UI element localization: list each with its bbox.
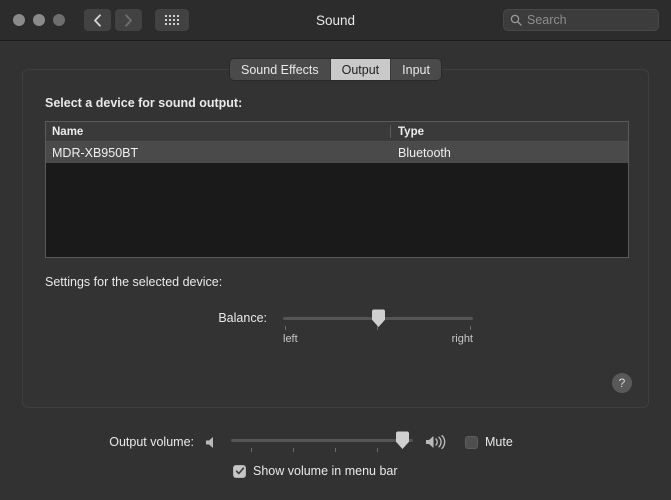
sound-preferences-window: Sound Search Sound Effects Output Input … [0, 0, 671, 500]
table-header-row: Name Type [46, 122, 628, 142]
tab-sound-effects[interactable]: Sound Effects [230, 59, 331, 80]
close-window-button[interactable] [13, 14, 25, 26]
output-volume-slider[interactable] [231, 430, 413, 454]
chevron-left-icon [94, 13, 101, 27]
column-header-name[interactable]: Name [46, 126, 390, 138]
balance-label: Balance: [218, 311, 267, 325]
traffic-light-group [13, 14, 65, 26]
balance-control-row: Balance: left right [45, 308, 629, 345]
tab-bar: Sound Effects Output Input [0, 59, 671, 80]
minimize-window-button[interactable] [33, 14, 45, 26]
balance-right-label: right [451, 333, 473, 345]
table-row[interactable]: MDR-XB950BT Bluetooth [46, 142, 628, 163]
forward-button[interactable] [115, 9, 142, 31]
search-icon [510, 14, 522, 26]
navigation-button-group [84, 9, 142, 31]
balance-end-labels: left right [283, 333, 473, 345]
chevron-right-icon [125, 13, 132, 27]
mute-label: Mute [485, 435, 513, 449]
show-volume-checkbox[interactable] [233, 464, 246, 478]
show-all-grid-icon [165, 15, 179, 25]
cell-device-type: Bluetooth [398, 145, 451, 160]
speaker-low-icon [204, 435, 219, 450]
show-volume-checkbox-group[interactable]: Show volume in menu bar [233, 464, 398, 478]
cell-device-name: MDR-XB950BT [52, 145, 139, 160]
balance-slider-thumb[interactable] [371, 308, 386, 328]
output-volume-ticks [231, 448, 421, 453]
back-button[interactable] [84, 9, 111, 31]
output-volume-row: Output volume: Mute [0, 430, 671, 454]
settings-section-label: Settings for the selected device: [45, 275, 223, 289]
device-prompt-label: Select a device for sound output: [45, 96, 243, 110]
tab-input[interactable]: Input [391, 59, 441, 80]
maximize-window-button[interactable] [53, 14, 65, 26]
show-volume-label: Show volume in menu bar [253, 464, 398, 478]
balance-left-label: left [283, 333, 298, 345]
output-volume-label: Output volume: [109, 435, 194, 449]
mute-checkbox[interactable] [465, 435, 478, 449]
output-device-table[interactable]: Name Type MDR-XB950BT Bluetooth [45, 121, 629, 258]
mute-checkbox-group[interactable]: Mute [465, 435, 513, 449]
window-titlebar: Sound Search [0, 0, 671, 41]
table-empty-area [46, 163, 628, 257]
column-header-type[interactable]: Type [390, 125, 628, 138]
checkmark-icon [235, 467, 244, 475]
output-volume-thumb[interactable] [395, 430, 410, 450]
show-volume-menu-bar-row: Show volume in menu bar [0, 464, 671, 478]
show-all-preferences-button[interactable] [155, 9, 189, 31]
search-placeholder: Search [527, 13, 567, 27]
speaker-high-icon [425, 434, 449, 450]
output-settings-panel: Select a device for sound output: Name T… [22, 69, 649, 408]
output-volume-track[interactable] [231, 439, 413, 442]
search-field[interactable]: Search [503, 9, 659, 31]
help-button[interactable]: ? [612, 373, 632, 393]
tab-output[interactable]: Output [330, 59, 392, 80]
